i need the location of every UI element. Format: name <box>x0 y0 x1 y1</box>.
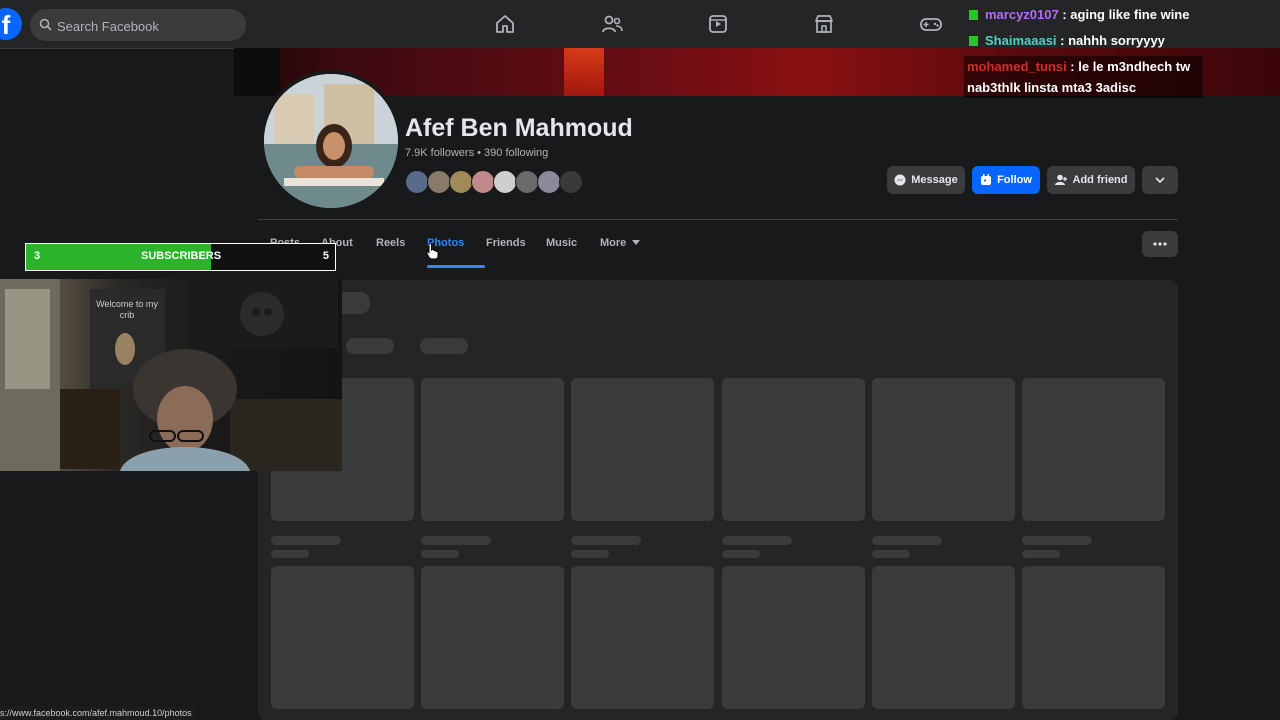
profile-photo <box>264 74 398 208</box>
photo-placeholder <box>571 566 714 709</box>
webcam-feed <box>0 279 342 471</box>
status-bar-url: s://www.facebook.com/afef.mahmoud.10/pho… <box>0 706 196 720</box>
follow-button[interactable]: Follow <box>972 166 1040 194</box>
follow-icon <box>981 174 992 185</box>
friends-icon[interactable] <box>600 12 624 36</box>
stream-chat-overlay: marcyz0107 : aging like fine wine Shaima… <box>964 4 1280 98</box>
photos-panel-loading <box>258 280 1178 720</box>
chat-message: mohamed_tunsi : le le m3ndhech tw nab3th… <box>964 56 1203 98</box>
tab-friends[interactable]: Friends <box>486 229 526 257</box>
caption-placeholder <box>271 550 309 558</box>
caption-placeholder <box>1022 536 1092 545</box>
caption-placeholder <box>872 550 910 558</box>
skeleton-filter <box>346 338 394 354</box>
caption-placeholder <box>722 550 760 558</box>
photo-placeholder <box>571 378 714 521</box>
active-tab-indicator <box>427 265 485 268</box>
search-icon <box>39 18 52 31</box>
home-icon[interactable] <box>493 12 517 36</box>
webcam-poster-text: Welcome to my crib <box>96 299 158 320</box>
profile-name: Afef Ben Mahmoud <box>405 114 633 142</box>
photo-placeholder <box>722 378 865 521</box>
chat-username: mohamed_tunsi <box>967 59 1067 74</box>
profile-tabs: Posts About Reels Photos Friends Music M… <box>258 229 1178 269</box>
facebook-logo-icon[interactable]: f <box>0 8 22 40</box>
tab-music[interactable]: Music <box>546 229 577 257</box>
photo-placeholder <box>1022 566 1165 709</box>
subscriber-label: SUBSCRIBERS <box>141 250 222 262</box>
add-friend-button[interactable]: Add friend <box>1047 166 1135 194</box>
chat-message: marcyz0107 : aging like fine wine <box>964 4 1280 30</box>
caption-placeholder <box>1022 550 1060 558</box>
messenger-icon <box>894 174 906 186</box>
chat-username: marcyz0107 <box>985 7 1059 22</box>
search-box[interactable] <box>30 9 246 43</box>
subscriber-goal-bar: 3 SUBSCRIBERS 5 <box>25 243 336 271</box>
video-icon[interactable] <box>706 12 730 36</box>
photo-placeholder <box>872 566 1015 709</box>
hand-cursor-icon <box>426 242 439 260</box>
photo-placeholder <box>1022 378 1165 521</box>
follower-stats[interactable]: 7.9K followers • 390 following <box>405 147 548 159</box>
add-friend-label: Add friend <box>1072 174 1128 186</box>
friend-avatar[interactable] <box>405 170 429 194</box>
friend-avatar[interactable] <box>493 170 517 194</box>
chat-text: : nahhh sorryyyy <box>1056 33 1165 48</box>
friend-avatar[interactable] <box>537 170 561 194</box>
kick-badge-icon <box>969 36 978 46</box>
skeleton-filter <box>420 338 468 354</box>
photo-placeholder <box>872 378 1015 521</box>
message-button[interactable]: Message <box>887 166 965 194</box>
photo-placeholder <box>421 378 564 521</box>
friend-avatar[interactable] <box>471 170 495 194</box>
webcam-overlay: Welcome to my crib <box>0 279 342 471</box>
friend-avatar[interactable] <box>515 170 539 194</box>
subscriber-current: 3 <box>34 250 41 262</box>
caption-placeholder <box>571 550 609 558</box>
ellipsis-icon <box>1153 242 1167 246</box>
photo-placeholder <box>722 566 865 709</box>
more-options-button[interactable] <box>1142 231 1178 257</box>
caption-placeholder <box>872 536 942 545</box>
tab-more[interactable]: More <box>600 229 641 257</box>
gaming-icon[interactable] <box>919 12 943 36</box>
chat-text: : aging like fine wine <box>1058 7 1190 22</box>
caption-placeholder <box>271 536 341 545</box>
friend-avatar[interactable] <box>559 170 583 194</box>
profile-options-dropdown[interactable] <box>1142 166 1178 194</box>
search-input[interactable] <box>56 9 239 43</box>
subscriber-goal: 5 <box>322 250 329 262</box>
caption-placeholder <box>722 536 792 545</box>
friend-avatar[interactable] <box>449 170 473 194</box>
marketplace-icon[interactable] <box>812 12 836 36</box>
chat-username: Shaimaaasi <box>985 33 1057 48</box>
tab-reels[interactable]: Reels <box>376 229 405 257</box>
caption-placeholder <box>421 550 459 558</box>
kick-badge-icon <box>969 10 978 20</box>
header-divider <box>258 219 1178 220</box>
profile-avatar[interactable] <box>260 70 402 212</box>
chevron-down-icon <box>1155 177 1165 183</box>
add-friend-icon <box>1054 174 1067 185</box>
message-label: Message <box>911 174 958 186</box>
follow-label: Follow <box>997 174 1032 186</box>
friend-avatar[interactable] <box>427 170 451 194</box>
caption-placeholder <box>421 536 491 545</box>
photo-placeholder <box>271 566 414 709</box>
caret-down-icon <box>632 240 641 245</box>
caption-placeholder <box>571 536 641 545</box>
tab-more-label: More <box>600 237 627 249</box>
chat-message: Shaimaaasi : nahhh sorryyyy <box>964 30 1280 56</box>
photo-placeholder <box>421 566 564 709</box>
